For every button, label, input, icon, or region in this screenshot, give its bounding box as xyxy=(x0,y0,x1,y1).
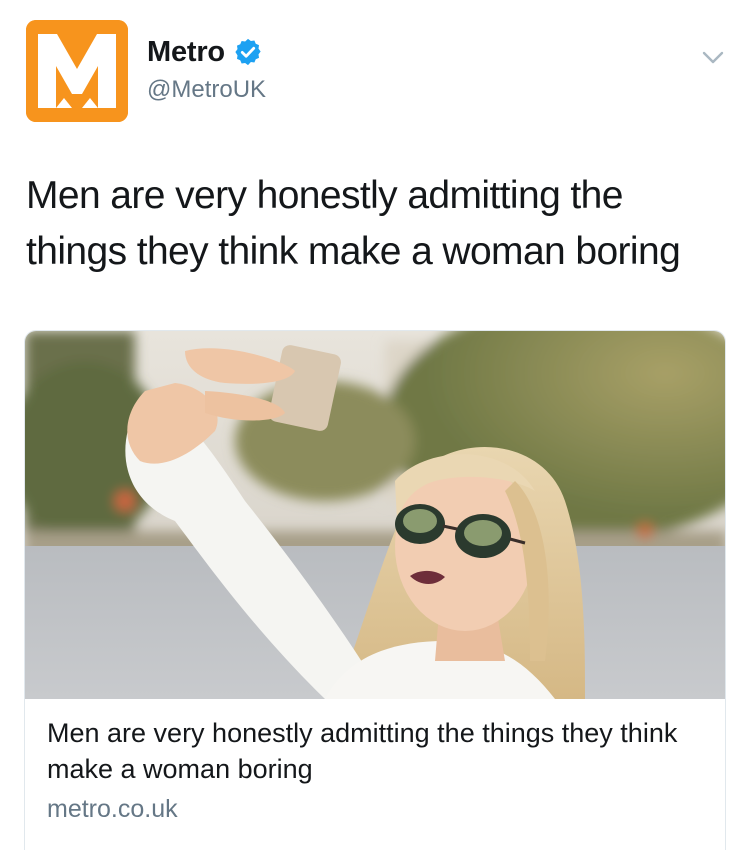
display-name[interactable]: Metro xyxy=(147,36,225,69)
tweet-header: Metro @MetroUK xyxy=(26,20,726,122)
card-title[interactable]: Men are very honestly admitting the thin… xyxy=(47,715,703,787)
tweet: Metro @MetroUK Men are very honestly adm… xyxy=(0,0,750,850)
card-image[interactable] xyxy=(25,331,725,699)
avatar[interactable] xyxy=(26,20,128,122)
tweet-text: Men are very honestly admitting the thin… xyxy=(26,174,681,273)
card-domain: metro.co.uk xyxy=(47,795,178,823)
verified-badge-icon xyxy=(233,37,263,67)
selfie-photo xyxy=(25,331,725,699)
link-card[interactable]: Men are very honestly admitting the thin… xyxy=(24,330,726,850)
chevron-down-icon[interactable] xyxy=(700,44,726,70)
card-body: Men are very honestly admitting the thin… xyxy=(25,699,725,824)
metro-logo-icon xyxy=(26,20,128,122)
author-names: Metro @MetroUK xyxy=(147,36,266,104)
name-row: Metro xyxy=(147,36,266,68)
author-handle[interactable]: @MetroUK xyxy=(147,76,266,104)
